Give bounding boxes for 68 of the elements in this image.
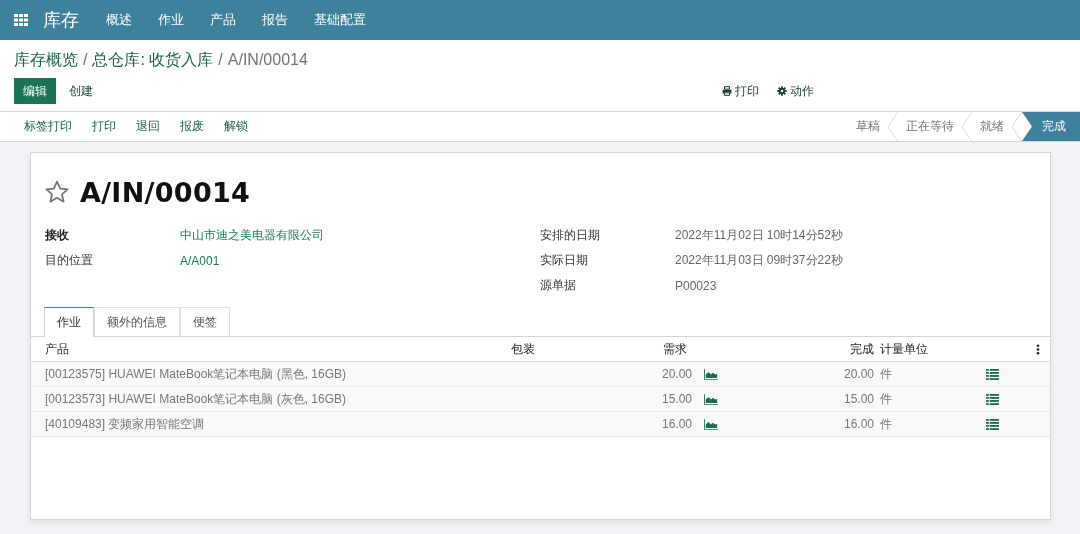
breadcrumb-separator: / xyxy=(218,51,223,69)
print-menu-button[interactable]: 打印 xyxy=(722,82,759,100)
gear-icon xyxy=(777,86,787,96)
table-cell-text: [40109483] 变频家用智能空调 xyxy=(44,415,206,433)
header-button[interactable]: 退回 xyxy=(126,112,170,141)
menu-item[interactable]: 概述 xyxy=(93,0,145,40)
field-value: 2022年11月02日 10时14分52秒 xyxy=(675,227,844,244)
create-button[interactable]: 创建 xyxy=(60,78,102,104)
star-icon[interactable] xyxy=(44,179,70,205)
button-label: 动作 xyxy=(790,82,814,100)
breadcrumb-link[interactable]: 总仓库: 收货入库 xyxy=(92,49,214,71)
field-label: 实际日期 xyxy=(540,252,589,269)
tab[interactable]: 作业 xyxy=(44,307,94,337)
printer-icon xyxy=(722,86,732,96)
field-link[interactable]: A/A001 xyxy=(180,253,540,268)
field-label: 源单据 xyxy=(540,277,577,294)
breadcrumb-link[interactable]: 库存概览 xyxy=(14,49,78,71)
table-cell-text: [00123573] HUAWEI MateBook笔记本电脑 (灰色, 16GB) xyxy=(44,390,347,408)
field-value: 2022年11月03日 09时37分22秒 xyxy=(675,252,844,269)
record-title: A/IN/00014 xyxy=(80,176,251,208)
area-chart-icon[interactable] xyxy=(704,368,718,380)
column-header[interactable]: 包装 xyxy=(506,340,656,358)
menu-item[interactable]: 产品 xyxy=(197,0,249,40)
column-header[interactable]: 产品 xyxy=(31,340,506,358)
field-link[interactable]: 中山市迪之美电器有限公司 xyxy=(180,227,540,244)
list-icon[interactable] xyxy=(986,368,999,380)
area-chart-icon[interactable] xyxy=(704,418,718,430)
table-cell-text: 15.00 xyxy=(661,392,693,406)
header-button[interactable]: 解锁 xyxy=(214,112,258,141)
table-cell-text: 20.00 xyxy=(843,367,875,381)
status-step[interactable]: 完成 xyxy=(1022,112,1080,141)
table-row[interactable]: [40109483] 变频家用智能空调 16.00 16.00 件 xyxy=(31,412,1050,437)
header-button[interactable]: 报废 xyxy=(170,112,214,141)
edit-button[interactable]: 编辑 xyxy=(14,78,56,104)
list-icon[interactable] xyxy=(986,418,999,430)
apps-menu-icon[interactable] xyxy=(14,14,28,26)
area-chart-icon[interactable] xyxy=(704,393,718,405)
menu-item[interactable]: 基础配置 xyxy=(301,0,379,40)
breadcrumb-current: A/IN/00014 xyxy=(227,51,308,69)
tab[interactable]: 便签 xyxy=(180,307,230,336)
table-cell-text: 16.00 xyxy=(661,417,693,431)
menu-item[interactable]: 作业 xyxy=(145,0,197,40)
button-label: 打印 xyxy=(735,82,759,100)
table-cell-text: [00123575] HUAWEI MateBook笔记本电脑 (黑色, 16GB) xyxy=(44,365,347,383)
header-button[interactable]: 打印 xyxy=(82,112,126,141)
field-label: 接收 xyxy=(45,227,70,244)
app-title[interactable]: 库存 xyxy=(43,8,79,32)
field-label: 安排的日期 xyxy=(540,227,601,244)
column-header[interactable]: 需求 xyxy=(656,340,698,358)
table-cell-text: 16.00 xyxy=(843,417,875,431)
breadcrumb-separator: / xyxy=(83,51,88,69)
column-header[interactable]: 计量单位 xyxy=(878,340,978,358)
list-icon[interactable] xyxy=(986,393,999,405)
tab[interactable]: 额外的信息 xyxy=(94,307,180,336)
header-button[interactable]: 标签打印 xyxy=(14,112,82,141)
table-row[interactable]: [00123575] HUAWEI MateBook笔记本电脑 (黑色, 16GB) 20.00 20.00 件 xyxy=(31,362,1050,387)
table-cell-text: 件 xyxy=(879,365,893,383)
table-cell-text: 20.00 xyxy=(661,367,693,381)
field-value: P00023 xyxy=(675,278,718,293)
action-menu-button[interactable]: 动作 xyxy=(777,82,814,100)
table-cell-text: 件 xyxy=(879,415,893,433)
column-options-icon[interactable] xyxy=(1036,343,1040,355)
menu-item[interactable]: 报告 xyxy=(249,0,301,40)
column-header[interactable]: 完成 xyxy=(850,340,878,358)
table-cell-text: 15.00 xyxy=(843,392,875,406)
field-label: 目的位置 xyxy=(45,252,94,269)
table-row[interactable]: [00123573] HUAWEI MateBook笔记本电脑 (灰色, 16GB) 15.00 15.00 件 xyxy=(31,387,1050,412)
table-cell-text: 件 xyxy=(879,390,893,408)
